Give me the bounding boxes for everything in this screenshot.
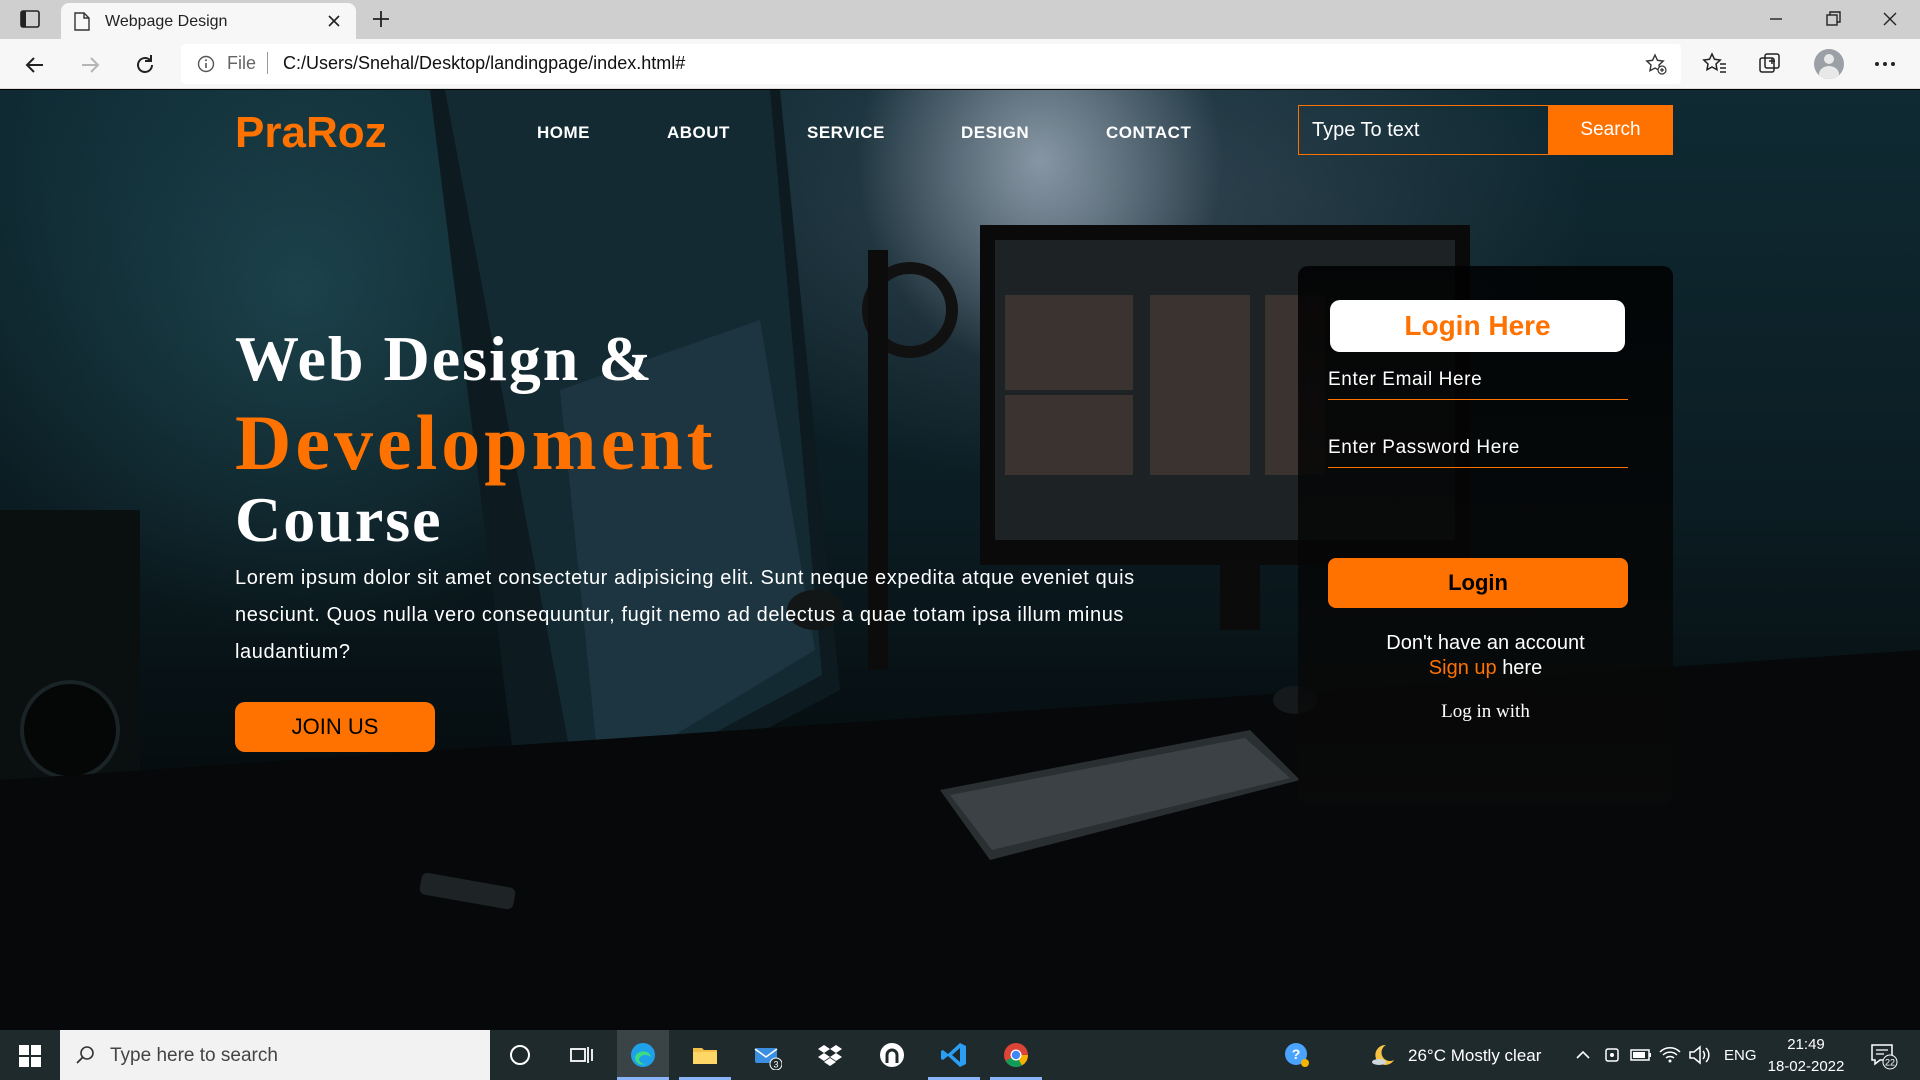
search-input[interactable] (1298, 105, 1548, 155)
info-icon[interactable] (197, 55, 215, 73)
taskbar-search-box[interactable]: Type here to search (60, 1030, 490, 1080)
edge-browser-icon[interactable] (628, 1040, 658, 1070)
clock-date: 18-02-2022 (1767, 1058, 1845, 1075)
hero-title-line3: Course (235, 484, 443, 555)
mail-icon[interactable]: 3 (752, 1040, 782, 1070)
login-form: Login Here Login Don't have an account S… (1298, 266, 1673, 804)
url-text[interactable]: C:/Users/Snehal/Desktop/landingpage/inde… (283, 53, 685, 74)
task-view-icon[interactable] (566, 1040, 596, 1070)
more-options-icon[interactable] (1872, 51, 1898, 77)
clock-time: 21:49 (1787, 1036, 1825, 1053)
join-us-button[interactable]: JOIN US (235, 702, 435, 752)
login-button[interactable]: Login (1328, 558, 1628, 608)
hero-title-line2: Development (235, 399, 717, 486)
tab-webpage-design[interactable]: Webpage Design (61, 3, 356, 39)
file-explorer-icon[interactable] (690, 1040, 720, 1070)
dropbox-icon[interactable] (815, 1040, 845, 1070)
windows-taskbar: Type here to search 3 ? 26°C Mostly clea… (0, 1030, 1920, 1080)
nav-about[interactable]: ABOUT (667, 123, 730, 143)
browser-tab-bar: Webpage Design (0, 0, 1920, 39)
language-indicator[interactable]: ENG (1724, 1047, 1757, 1064)
nav-home[interactable]: HOME (537, 123, 590, 143)
landing-page: PraRoz HOME ABOUT SERVICE DESIGN CONTACT… (0, 90, 1920, 1030)
svg-text:?: ? (1292, 1046, 1301, 1062)
search-icon (76, 1046, 94, 1064)
signup-line: Sign up here (1298, 657, 1673, 680)
chrome-icon[interactable] (1001, 1040, 1031, 1070)
wifi-icon[interactable] (1655, 1040, 1685, 1070)
email-field[interactable] (1328, 360, 1628, 400)
vscode-icon[interactable] (939, 1040, 969, 1070)
notifications-icon[interactable]: 22 (1868, 1040, 1898, 1070)
new-tab-icon[interactable] (370, 8, 392, 30)
address-separator (267, 52, 268, 74)
nav-design[interactable]: DESIGN (961, 123, 1029, 143)
nav-service[interactable]: SERVICE (807, 123, 885, 143)
site-logo[interactable]: PraRoz (235, 108, 387, 158)
weather-moon-icon[interactable] (1368, 1040, 1398, 1070)
tab-title: Webpage Design (105, 13, 228, 30)
back-icon[interactable] (22, 52, 48, 78)
search-button[interactable]: Search (1548, 105, 1673, 155)
mail-badge: 3 (773, 1060, 778, 1070)
minimize-icon[interactable] (1765, 8, 1787, 30)
login-heading: Login Here (1330, 300, 1625, 352)
browser-toolbar: File C:/Users/Snehal/Desktop/landingpage… (0, 39, 1920, 89)
help-icon[interactable]: ? (1282, 1040, 1312, 1070)
clock[interactable]: 21:49 18-02-2022 (1762, 1034, 1850, 1078)
hero-paragraph: Lorem ipsum dolor sit amet consectetur a… (235, 567, 1135, 663)
refresh-icon[interactable] (132, 52, 158, 78)
close-window-icon[interactable] (1879, 8, 1901, 30)
cortana-icon[interactable] (505, 1040, 535, 1070)
volume-icon[interactable] (1684, 1040, 1714, 1070)
show-hidden-icons-chevron[interactable] (1568, 1040, 1598, 1070)
forward-icon[interactable] (77, 52, 103, 78)
restore-icon[interactable] (1822, 8, 1844, 30)
weather-text[interactable]: 26°C Mostly clear (1408, 1046, 1541, 1066)
file-scheme-label: File (227, 53, 257, 73)
login-with-text: Log in with (1441, 701, 1530, 722)
profile-avatar[interactable] (1814, 49, 1844, 79)
password-field[interactable] (1328, 428, 1628, 468)
github-desktop-icon[interactable] (877, 1040, 907, 1070)
site-search: Search (1298, 105, 1673, 155)
signup-suffix: here (1502, 657, 1543, 679)
battery-icon[interactable] (1626, 1040, 1656, 1070)
add-favorite-icon[interactable] (1645, 53, 1667, 75)
signup-link[interactable]: Sign up (1429, 657, 1497, 679)
nav-contact[interactable]: CONTACT (1106, 123, 1191, 143)
no-account-text: Don't have an account (1386, 632, 1585, 654)
windows-start-icon[interactable] (18, 1044, 42, 1068)
address-bar[interactable]: File C:/Users/Snehal/Desktop/landingpage… (181, 44, 1681, 84)
close-tab-icon[interactable] (324, 11, 344, 31)
taskbar-search-placeholder: Type here to search (110, 1045, 278, 1066)
document-icon (74, 12, 90, 31)
collections-icon[interactable] (1757, 51, 1783, 77)
hero-title-line1: Web Design & (235, 323, 654, 394)
notifications-count: 22 (1885, 1058, 1895, 1068)
favorites-icon[interactable] (1702, 51, 1728, 77)
tab-actions-icon[interactable] (20, 10, 40, 28)
device-icon[interactable] (1597, 1040, 1627, 1070)
